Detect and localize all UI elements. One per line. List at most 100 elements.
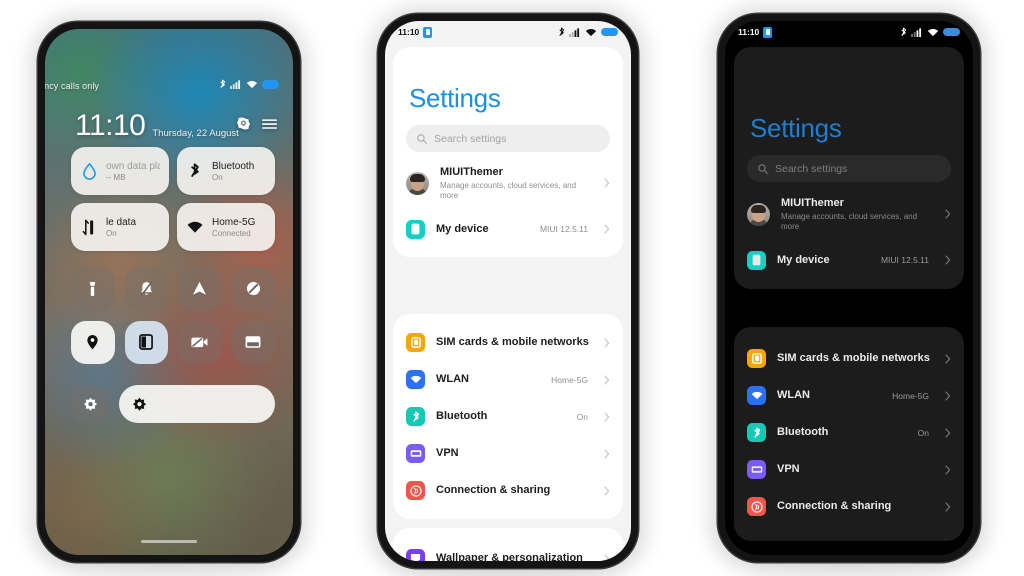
bluetooth-icon [186,162,204,180]
tile-dark-mode[interactable] [124,320,168,364]
settings-light-screen[interactable]: 11:10 Settings Search settings MIUITheme… [385,21,631,561]
mobile-data-icon [80,219,98,236]
chevron-right-icon [604,553,610,561]
hamburger-menu-icon[interactable] [262,118,277,130]
silent-bell-icon [140,281,153,296]
location-pin-icon [87,335,98,350]
home-indicator[interactable] [141,540,197,543]
chevron-right-icon [604,178,610,188]
row-value: On [917,427,929,438]
wallpaper-icon [406,549,425,561]
phone-device-icon [406,219,425,239]
row-title: Connection & sharing [777,500,892,513]
list-item-sim-cards[interactable]: SIM cards & mobile networks [393,324,623,361]
tile-airplane-mode[interactable] [178,267,222,311]
list-item-bluetooth[interactable]: Bluetooth On [393,398,623,435]
search-input[interactable]: Search settings [747,155,951,182]
chevron-right-icon [945,427,951,438]
screenshot-icon [245,336,261,348]
vpn-icon [406,444,425,463]
battery-icon [262,80,279,89]
chevron-right-icon [604,224,610,234]
lock-date: Thursday, 22 August [152,127,239,139]
row-value: On [576,411,588,422]
list-item-account[interactable]: MIUIThemer Manage accounts, cloud servic… [393,156,623,211]
brightness-row [71,385,275,423]
row-title: Wallpaper & personalization [436,552,583,561]
settings-dark-page: 11:10 Settings Search settings MIUITheme… [725,21,973,555]
search-icon [758,163,768,174]
row-title: WLAN [436,373,469,386]
lockscreen-actions[interactable] [237,117,277,130]
row-title: My device [777,254,830,267]
tile-data-plan[interactable]: own data plan -- MB [71,147,169,195]
dark-mode-icon [139,334,154,351]
tile-wifi[interactable]: Home-5G Connected [177,203,275,251]
lock-clock: 11:10 [75,109,146,142]
battery-icon [601,27,618,37]
statusbar-dark: 11:10 [725,21,973,43]
settings-header-card: Settings Search settings MIUIThemer Mana… [734,47,964,289]
list-item-wlan[interactable]: WLAN Home-5G [393,361,623,398]
screen-recorder-icon [191,337,208,347]
tile-silent[interactable] [124,267,168,311]
tile-title: le data [106,216,137,228]
chevron-right-icon [945,501,951,512]
search-input[interactable]: Search settings [406,125,610,152]
bluetooth-icon [220,79,226,88]
wifi-icon [927,28,939,36]
row-title: VPN [436,447,459,460]
settings-gear-icon[interactable] [237,117,250,130]
tile-flashlight[interactable] [71,267,115,311]
settings-network-card: SIM cards & mobile networks WLAN Home-5G [734,327,964,541]
connection-sharing-icon [747,497,766,516]
list-item-vpn[interactable]: VPN [734,451,964,488]
chevron-right-icon [604,485,610,496]
list-item-my-device[interactable]: My device MIUI 12.5.11 [393,211,623,248]
tile-location[interactable] [71,320,115,364]
brightness-slider[interactable] [119,385,275,423]
row-title: Connection & sharing [436,484,551,497]
chevron-right-icon [945,464,951,475]
tile-mobile-data[interactable]: le data On [71,203,169,251]
tile-title: Home-5G [212,216,256,228]
bluetooth-icon [559,27,565,36]
sim-cards-icon [747,349,766,368]
list-item-vpn[interactable]: VPN [393,435,623,472]
settings-dark-screen[interactable]: 11:10 Settings Search settings MIUITheme… [725,21,973,555]
chevron-right-icon [945,209,951,219]
chevron-right-icon [604,448,610,459]
tile-screen-recorder[interactable] [178,320,222,364]
tile-screenshot[interactable] [231,320,275,364]
list-item-wallpaper[interactable]: Wallpaper & personalization [393,540,623,561]
list-item-bluetooth[interactable]: Bluetooth On [734,414,964,451]
tile-bluetooth[interactable]: Bluetooth On [177,147,275,195]
statusbar-time: 11:10 [398,27,420,37]
row-title: SIM cards & mobile networks [777,352,930,365]
chevron-right-icon [945,353,951,364]
auto-brightness-button[interactable] [71,385,109,423]
list-item-connection-sharing[interactable]: Connection & sharing [393,472,623,509]
settings-network-card: SIM cards & mobile networks WLAN Home-5G [393,314,623,519]
signal-bars-icon [911,27,922,37]
tile-title: own data plan [106,160,160,172]
statusbar-time: 11:10 [738,27,760,37]
auto-brightness-icon [83,397,97,411]
list-item-wlan[interactable]: WLAN Home-5G [734,377,964,414]
chevron-right-icon [604,374,610,385]
tile-subtitle: On [106,228,117,238]
row-subtitle: Manage accounts, cloud services, and mor… [440,181,577,201]
tile-do-not-disturb[interactable] [231,267,275,311]
lockscreen-screen[interactable]: ency calls only 11:10 Thursday, 22 Augus… [45,29,293,555]
bluetooth-icon [747,423,766,442]
sim-card-icon [423,26,433,38]
list-item-connection-sharing[interactable]: Connection & sharing [734,488,964,525]
chevron-right-icon [604,337,610,348]
list-item-account[interactable]: MIUIThemer Manage accounts, cloud servic… [734,187,964,242]
list-item-sim-cards[interactable]: SIM cards & mobile networks [734,340,964,377]
list-item-my-device[interactable]: My device MIUI 12.5.11 [734,242,964,279]
chevron-right-icon [945,255,951,265]
search-placeholder: Search settings [434,132,507,145]
bluetooth-icon [901,27,907,36]
phone-settings-dark: 11:10 Settings Search settings MIUITheme… [718,14,980,562]
